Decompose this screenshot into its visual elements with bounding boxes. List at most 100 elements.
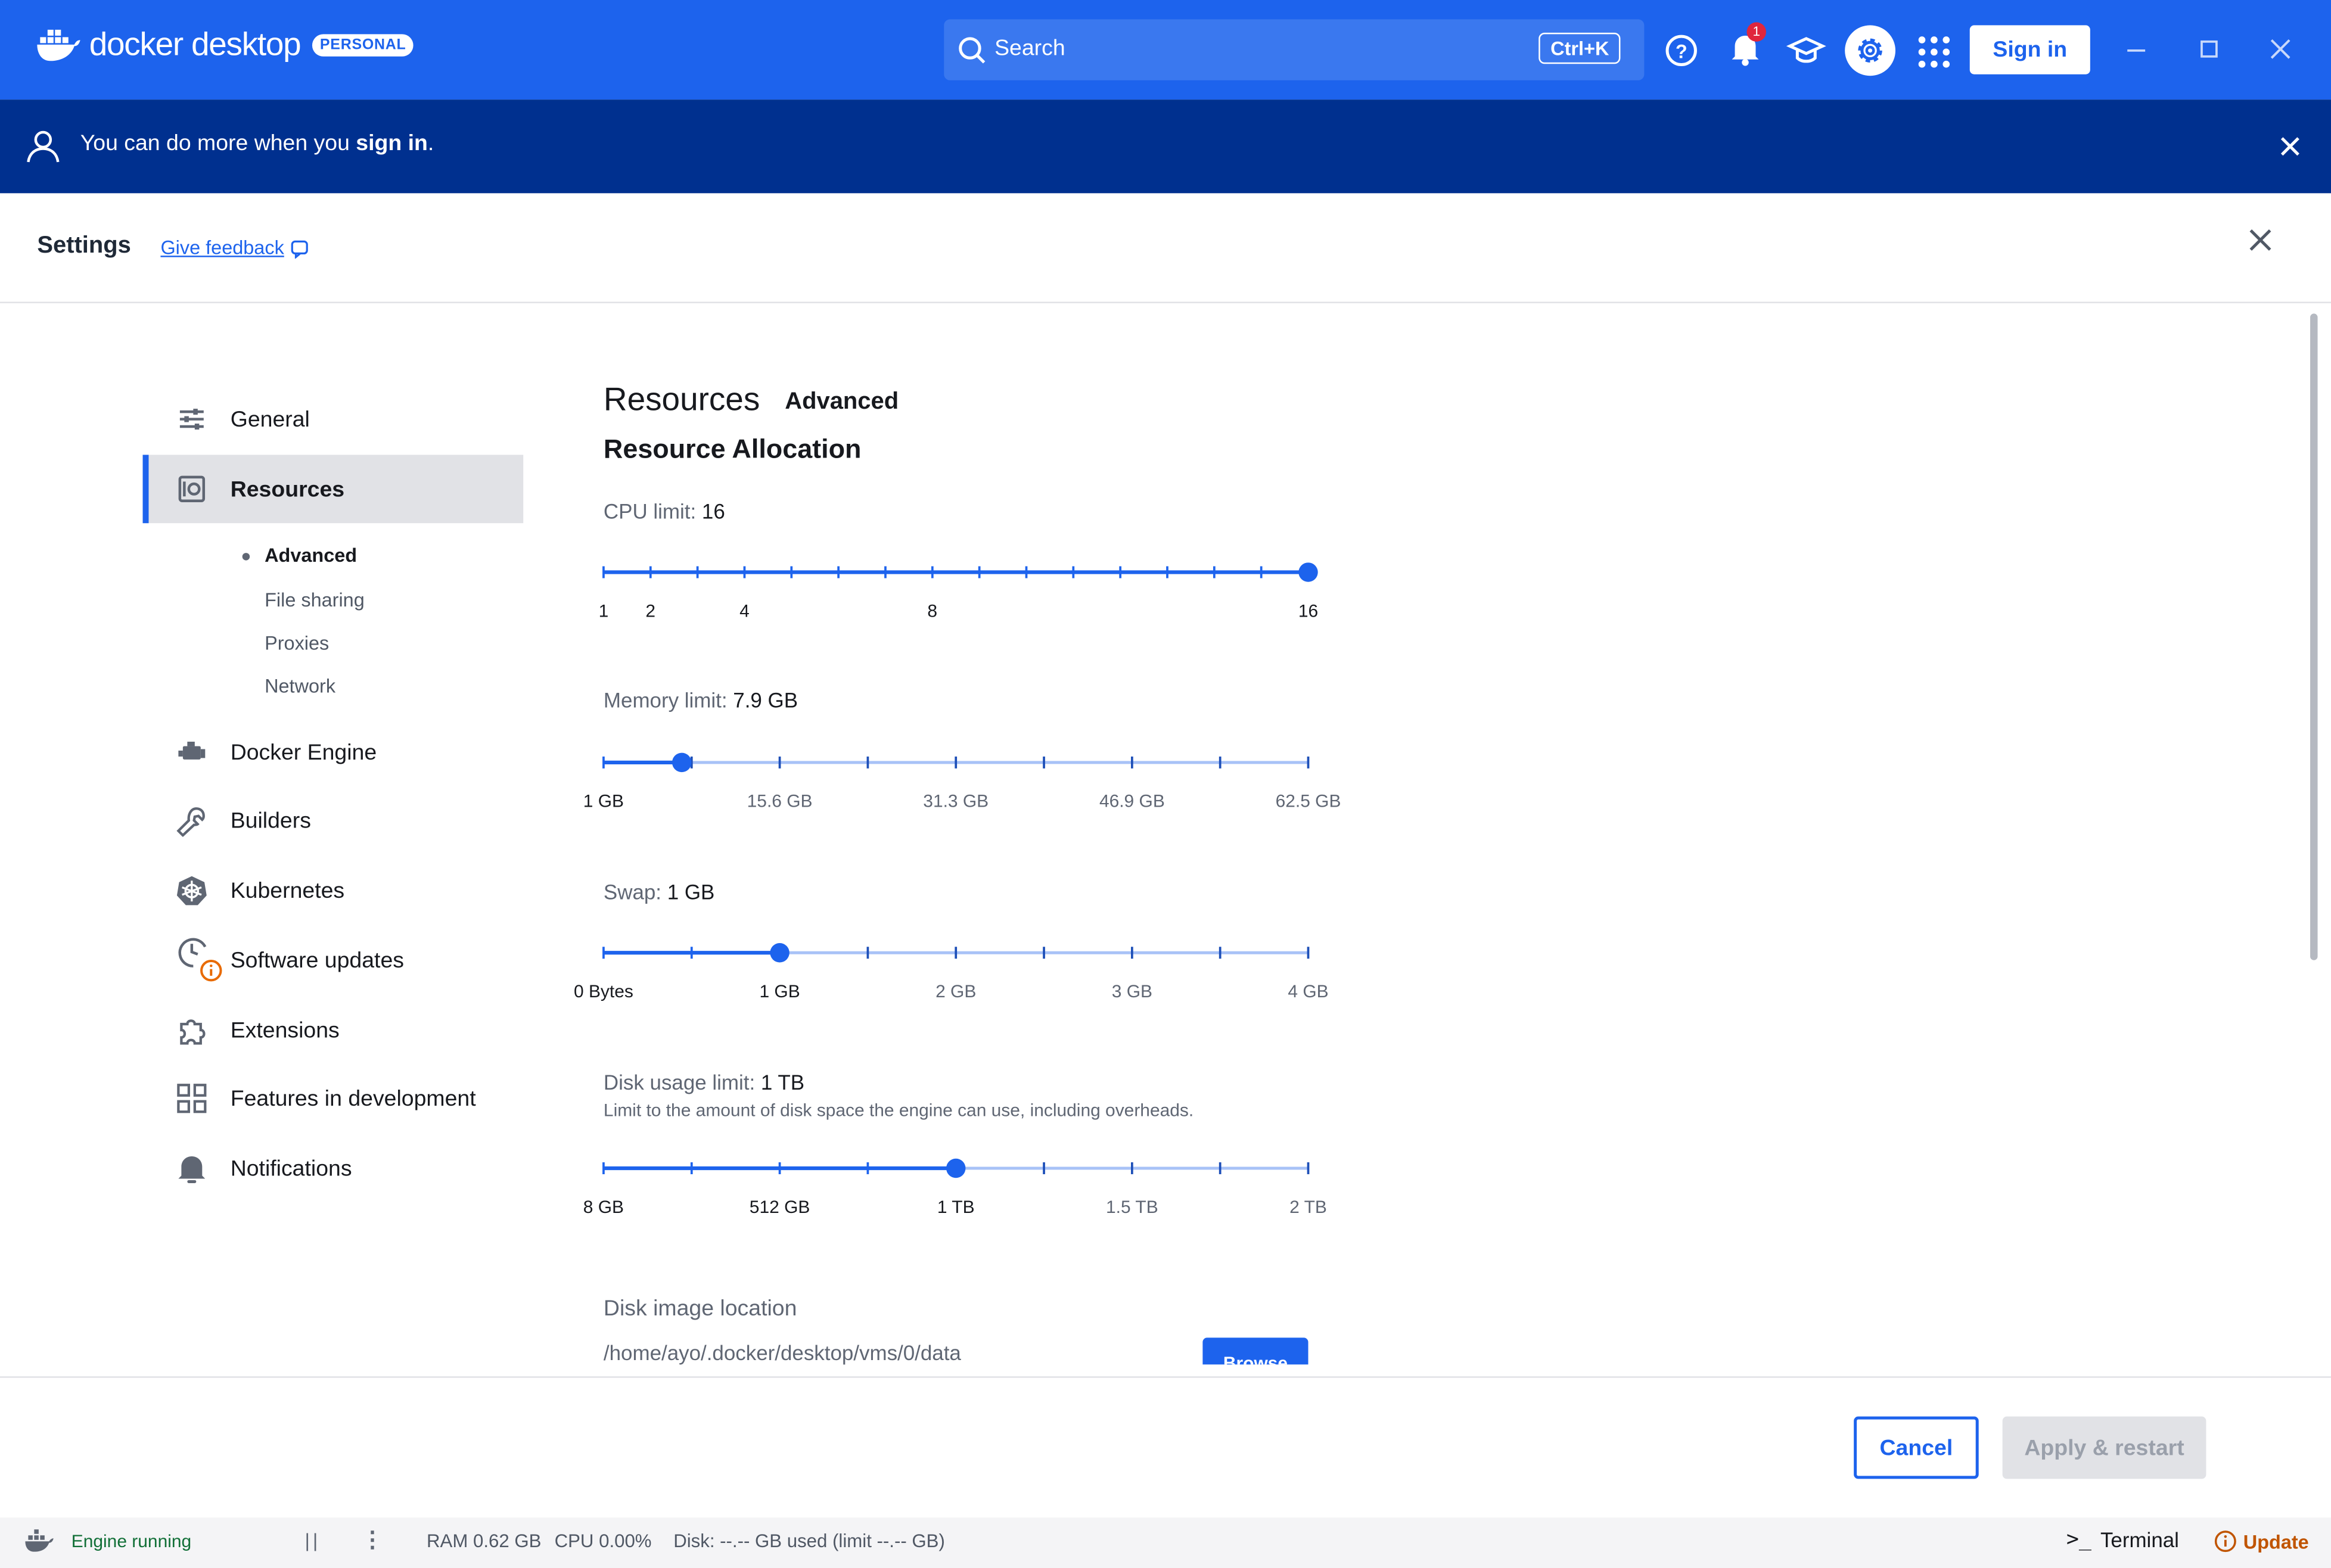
sidebar-subitem-advanced[interactable]: Advanced xyxy=(265,544,357,566)
slider-tick-label: 4 xyxy=(739,600,750,621)
minimize-icon[interactable] xyxy=(2115,30,2157,71)
settings-footer xyxy=(0,1376,2331,1519)
update-button[interactable]: Update xyxy=(2214,1529,2309,1553)
notifications-button[interactable]: 1 xyxy=(1724,22,1769,71)
search-icon xyxy=(959,37,986,64)
clock-update-icon xyxy=(178,938,222,982)
settings-button[interactable] xyxy=(1845,25,1895,76)
sidebar-subitem-proxies[interactable]: Proxies xyxy=(265,631,329,654)
disk-usage: Disk: --.-- GB used (limit --.-- GB) xyxy=(673,1530,945,1552)
apps-grid-icon[interactable] xyxy=(1913,31,1955,73)
slider-tick-label: 0 Bytes xyxy=(573,981,633,1002)
apply-restart-button[interactable]: Apply & restart xyxy=(2002,1416,2206,1479)
slider-tick-label: 31.3 GB xyxy=(923,791,989,812)
bell-icon xyxy=(178,1156,206,1183)
sidebar-item-notifications[interactable]: Notifications xyxy=(143,1134,524,1203)
browse-button[interactable]: Browse xyxy=(1202,1337,1309,1365)
close-settings-icon[interactable] xyxy=(2243,223,2279,259)
sidebar-item-docker-engine[interactable]: Docker Engine xyxy=(143,718,524,786)
sidebar-item-extensions[interactable]: Extensions xyxy=(143,996,524,1065)
cpu-usage: CPU 0.00% xyxy=(554,1530,652,1552)
slider-tick-label: 16 xyxy=(1298,600,1319,621)
active-subitem-dot xyxy=(242,553,250,561)
puzzle-icon xyxy=(180,1019,206,1045)
scrollbar[interactable] xyxy=(2310,313,2318,960)
help-icon[interactable]: ? xyxy=(1661,30,1702,71)
slider-tick-label: 1.5 TB xyxy=(1106,1196,1158,1218)
logo-text: docker desktop xyxy=(89,25,302,63)
engine-status: Engine running xyxy=(71,1530,192,1552)
sidebar-item-label: Features in development xyxy=(230,1085,476,1111)
kubernetes-icon xyxy=(176,876,207,906)
banner-text-pre: You can do more when you xyxy=(80,130,356,156)
cpu-limit-label: CPU limit: 16 xyxy=(604,499,725,523)
slider-tick-label: 62.5 GB xyxy=(1275,791,1341,812)
disk-image-location-label: Disk image location xyxy=(603,1296,797,1321)
sidebar-item-label: Docker Engine xyxy=(230,739,377,765)
banner-text-post: . xyxy=(427,130,434,156)
maximize-icon[interactable] xyxy=(2188,30,2230,71)
cpu-label-text: CPU limit: xyxy=(603,499,697,524)
grid-squares-icon xyxy=(177,1084,207,1113)
slider-tick-label: 1 xyxy=(598,600,609,621)
sidebar-item-builders[interactable]: Builders xyxy=(143,786,524,855)
page-title: Settings xyxy=(37,233,131,259)
slider-tick-label: 2 TB xyxy=(1289,1196,1327,1218)
slider-tick-label: 3 GB xyxy=(1111,981,1152,1002)
slider-tick-label: 8 GB xyxy=(583,1196,624,1218)
slider-tick-label: 2 xyxy=(645,600,656,621)
status-bar: Engine running || ⋮ RAM 0.62 GB CPU 0.00… xyxy=(0,1517,2331,1568)
plan-badge: PERSONAL xyxy=(312,33,414,56)
slider-tick-label: 8 xyxy=(927,600,938,621)
sidebar-item-features-in-development[interactable]: Features in development xyxy=(143,1064,524,1133)
sidebar-item-resources[interactable]: Resources xyxy=(142,455,524,524)
sidebar-item-software-updates[interactable]: Software updates xyxy=(143,926,524,994)
docker-logo: docker desktop PERSONAL xyxy=(36,25,414,64)
slider-tick-label: 4 GB xyxy=(1288,981,1329,1002)
search-shortcut: Ctrl+K xyxy=(1539,32,1621,64)
sidebar-subitem-file-sharing[interactable]: File sharing xyxy=(265,589,365,611)
sliders-icon xyxy=(179,409,204,430)
whale-icon xyxy=(37,29,80,61)
close-banner-icon[interactable] xyxy=(2274,131,2307,164)
give-feedback-link[interactable]: Give feedback xyxy=(160,237,284,259)
more-options-icon[interactable]: ⋮ xyxy=(361,1526,383,1553)
section-title: Resources xyxy=(603,380,760,418)
slider-tick-label: 46.9 GB xyxy=(1099,791,1165,812)
terminal-icon: >_ xyxy=(2066,1527,2091,1552)
sign-in-button[interactable]: Sign in xyxy=(1969,25,2090,74)
banner-text: You can do more when you sign in. xyxy=(80,131,434,156)
slider-tick-label: 512 GB xyxy=(749,1196,810,1218)
sidebar-item-label: Software updates xyxy=(230,947,404,973)
terminal-button[interactable]: >_ Terminal xyxy=(2066,1528,2179,1552)
slider-tick-labels: 1 2 4 8 16 1 GB 15.6 GB 31.3 GB 46.9 GB 62.5 GB 0 … xyxy=(565,535,1367,1249)
sidebar-item-general[interactable]: General xyxy=(143,385,524,453)
sidebar-item-label: General xyxy=(230,406,310,432)
tab-advanced[interactable]: Advanced xyxy=(785,390,899,416)
update-info-icon xyxy=(2214,1530,2236,1553)
close-window-icon[interactable] xyxy=(2259,30,2301,71)
sidebar-item-label: Resources xyxy=(230,476,345,502)
sidebar-item-label: Extensions xyxy=(230,1017,340,1043)
sidebar-subitem-network[interactable]: Network xyxy=(265,675,335,697)
sidebar-item-label: Builders xyxy=(230,807,311,833)
cancel-button[interactable]: Cancel xyxy=(1854,1416,1979,1479)
slider-tick-label: 1 TB xyxy=(937,1196,975,1218)
cpu-limit-value: 16 xyxy=(701,499,725,524)
sidebar-item-kubernetes[interactable]: Kubernetes xyxy=(143,856,524,925)
notification-count-badge: 1 xyxy=(1746,22,1766,42)
resource-allocation-heading: Resource Allocation xyxy=(603,434,862,464)
slider-tick-label: 1 GB xyxy=(583,791,624,812)
settings-header: Settings Give feedback xyxy=(0,193,2331,303)
pause-button[interactable]: || xyxy=(304,1529,321,1551)
wrench-icon xyxy=(176,807,205,837)
banner-sign-in-link[interactable]: sign in xyxy=(356,131,428,156)
search-input[interactable]: Search Ctrl+K xyxy=(944,19,1645,80)
learning-center-icon[interactable] xyxy=(1785,30,1827,71)
feedback-icon xyxy=(291,240,308,259)
svg-text:?: ? xyxy=(1676,41,1687,62)
engine-whale-icon xyxy=(25,1529,54,1552)
update-label: Update xyxy=(2243,1530,2309,1553)
terminal-label: Terminal xyxy=(2100,1527,2179,1552)
slider-tick-label: 15.6 GB xyxy=(747,791,813,812)
